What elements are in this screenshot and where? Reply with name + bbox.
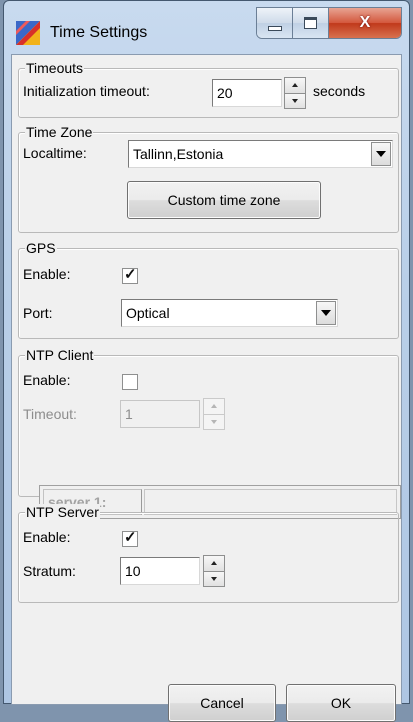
caption-buttons: X bbox=[256, 7, 402, 39]
timeouts-group: Timeouts Initialization timeout: 20 seco… bbox=[18, 60, 399, 118]
spin-down-button[interactable] bbox=[203, 571, 225, 587]
localtime-select[interactable]: Tallinn,Estonia bbox=[128, 140, 393, 168]
init-timeout-input[interactable]: 20 bbox=[212, 79, 282, 107]
spin-up-button[interactable] bbox=[203, 555, 225, 572]
dialog-client-area: Timeouts Initialization timeout: 20 seco… bbox=[11, 54, 402, 722]
minimize-button[interactable] bbox=[257, 8, 293, 38]
arrow-up-icon bbox=[211, 561, 217, 566]
maximize-button[interactable] bbox=[293, 8, 329, 38]
ntp-client-timeout-spinner bbox=[203, 398, 225, 430]
close-button[interactable]: X bbox=[329, 8, 401, 38]
timezone-group: Time Zone Localtime: Tallinn,Estonia Cus… bbox=[18, 124, 399, 233]
chevron-down-icon bbox=[376, 151, 386, 157]
dropdown-arrow[interactable] bbox=[316, 301, 336, 325]
dialog-window: Time Settings X Timeouts Initialization … bbox=[3, 0, 410, 722]
checkmark-icon: ✓ bbox=[124, 529, 137, 546]
app-flag-icon bbox=[16, 21, 40, 45]
checkmark-icon: ✓ bbox=[124, 266, 137, 283]
init-timeout-label: Initialization timeout: bbox=[23, 83, 150, 99]
spin-up-button[interactable] bbox=[284, 77, 306, 94]
maximize-icon bbox=[304, 17, 317, 29]
spin-up-button bbox=[203, 398, 225, 415]
localtime-label: Localtime: bbox=[23, 145, 87, 161]
cancel-button[interactable]: Cancel bbox=[168, 684, 276, 722]
localtime-value: Tallinn,Estonia bbox=[133, 146, 224, 162]
ntp-server-group: NTP Server Enable: ✓ Stratum: 10 bbox=[18, 504, 399, 603]
seconds-unit-label: seconds bbox=[313, 83, 366, 99]
close-icon: X bbox=[359, 14, 371, 31]
ntp-server-enable-label: Enable: bbox=[23, 529, 71, 545]
ntp-client-group: NTP Client Enable: Timeout: 1 bbox=[18, 347, 399, 497]
minimize-icon bbox=[267, 25, 282, 31]
arrow-down-icon bbox=[292, 98, 298, 103]
arrow-up-icon bbox=[292, 83, 298, 88]
ntp-client-legend: NTP Client bbox=[25, 347, 95, 363]
ntp-server-legend: NTP Server bbox=[25, 504, 100, 520]
ntp-client-enable-checkbox[interactable] bbox=[122, 374, 138, 390]
spin-down-button[interactable] bbox=[284, 93, 306, 109]
chevron-down-icon bbox=[321, 310, 331, 316]
gps-legend: GPS bbox=[25, 240, 57, 256]
gps-enable-label: Enable: bbox=[23, 266, 71, 282]
arrow-up-icon bbox=[211, 404, 217, 409]
gps-port-select[interactable]: Optical bbox=[121, 299, 338, 327]
timeouts-legend: Timeouts bbox=[25, 60, 85, 76]
ntp-client-enable-label: Enable: bbox=[23, 372, 71, 388]
arrow-down-icon bbox=[211, 576, 217, 581]
custom-time-zone-button[interactable]: Custom time zone bbox=[127, 181, 321, 219]
gps-enable-checkbox[interactable]: ✓ bbox=[122, 266, 138, 284]
stratum-input[interactable]: 10 bbox=[120, 557, 200, 585]
init-timeout-spinner[interactable] bbox=[284, 77, 306, 109]
stratum-label: Stratum: bbox=[23, 563, 76, 579]
gps-group: GPS Enable: ✓ Port: Optical bbox=[18, 240, 399, 339]
stratum-spinner[interactable] bbox=[203, 555, 225, 587]
ok-button[interactable]: OK bbox=[286, 684, 396, 722]
gps-port-label: Port: bbox=[23, 305, 53, 321]
timezone-legend: Time Zone bbox=[25, 124, 94, 140]
ntp-client-timeout-label: Timeout: bbox=[23, 406, 77, 422]
arrow-down-icon bbox=[211, 419, 217, 424]
window-title: Time Settings bbox=[50, 24, 148, 41]
gps-port-value: Optical bbox=[126, 305, 170, 321]
ntp-client-timeout-input: 1 bbox=[120, 400, 200, 428]
dropdown-arrow[interactable] bbox=[371, 142, 391, 166]
ntp-server-enable-checkbox[interactable]: ✓ bbox=[122, 529, 138, 547]
spin-down-button bbox=[203, 414, 225, 430]
